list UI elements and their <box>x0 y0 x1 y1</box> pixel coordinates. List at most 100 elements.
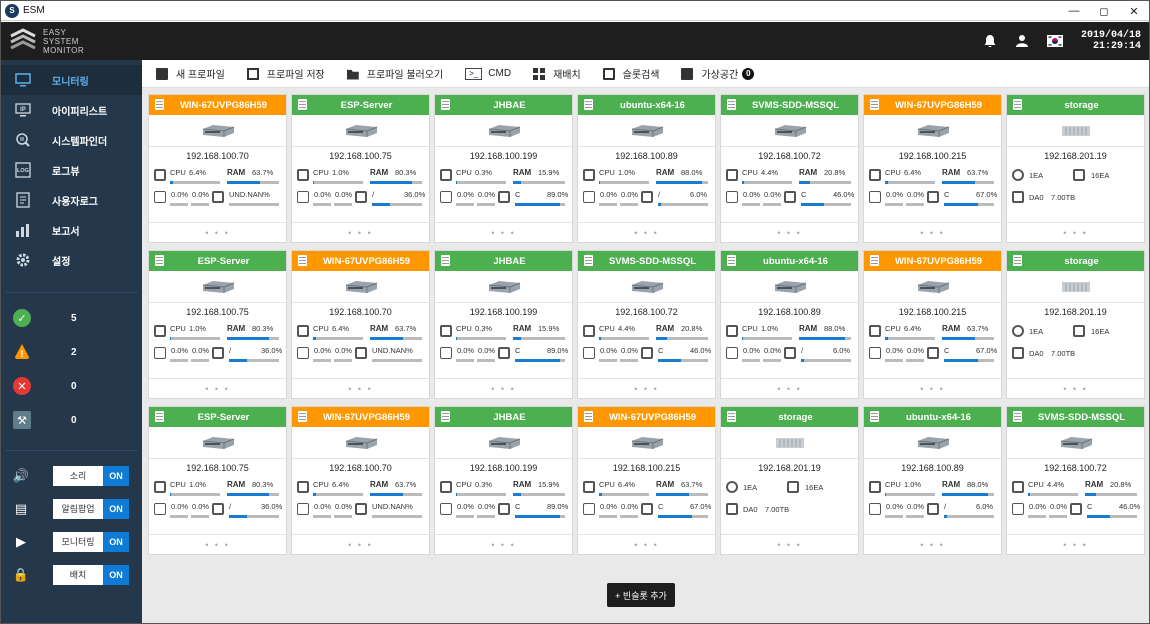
more-button[interactable]: • • • <box>578 534 715 554</box>
more-button[interactable]: • • • <box>1007 222 1144 242</box>
save-profile-button[interactable]: 프로파일 저장 <box>246 66 325 81</box>
status-error-count[interactable]: ✕ 0 <box>1 369 142 403</box>
more-button[interactable]: • • • <box>292 534 429 554</box>
server-card[interactable]: WIN-67UVPG86H59 192.168.100.215 CPU 6.4% RAM… <box>863 250 1002 399</box>
more-button[interactable]: • • • <box>149 378 286 398</box>
more-button[interactable]: • • • <box>721 378 858 398</box>
server-card[interactable]: ubuntu-x64-16 192.168.100.89 CPU 1.0% RAM 88.… <box>720 250 859 399</box>
monitoring-toggle[interactable]: 모니터링 ON <box>53 531 129 552</box>
server-card[interactable]: ubuntu-x64-16 192.168.100.89 CPU 1.0% RAM 88.… <box>577 94 716 243</box>
cpu-ram-row: CPU 6.4% RAM 63.7% <box>292 321 429 343</box>
cpu-value: 0.3% <box>475 480 493 489</box>
status-warning-count[interactable]: ! 2 <box>1 335 142 369</box>
more-button[interactable]: • • • <box>292 378 429 398</box>
cmd-button[interactable]: >_ CMD <box>465 67 511 80</box>
server-card[interactable]: SVMS-SDD-MSSQL 192.168.100.72 CPU 4.4% RAM 20… <box>1006 406 1145 555</box>
card-header[interactable]: WIN-67UVPG86H59 <box>578 407 715 427</box>
add-empty-slot-button[interactable]: + 빈슬롯 추가 <box>607 583 675 607</box>
more-button[interactable]: • • • <box>864 378 1001 398</box>
card-header[interactable]: SVMS-SDD-MSSQL <box>721 95 858 115</box>
flag-icon[interactable] <box>1046 35 1063 47</box>
popup-toggle[interactable]: 알림팝업 ON <box>53 498 129 519</box>
slot-search-button[interactable]: 슬롯검색 <box>602 66 659 81</box>
rearrange-button[interactable]: 재배치 <box>533 66 581 81</box>
cmd-icon: >_ <box>465 67 483 80</box>
card-header[interactable]: ESP-Server <box>292 95 429 115</box>
minimize-button[interactable]: — <box>1059 1 1089 21</box>
more-button[interactable]: • • • <box>149 534 286 554</box>
server-card[interactable]: WIN-67UVPG86H59 192.168.100.215 CPU 6.4% RAM… <box>863 94 1002 243</box>
card-header[interactable]: storage <box>1007 95 1144 115</box>
more-button[interactable]: • • • <box>864 222 1001 242</box>
card-header[interactable]: ubuntu-x64-16 <box>578 95 715 115</box>
server-card[interactable]: SVMS-SDD-MSSQL 192.168.100.72 CPU 4.4% RAM 20… <box>720 94 859 243</box>
card-header[interactable]: WIN-67UVPG86H59 <box>864 95 1001 115</box>
card-header[interactable]: WIN-67UVPG86H59 <box>292 251 429 271</box>
user-icon[interactable] <box>1015 34 1029 48</box>
usage-bar <box>942 181 994 184</box>
more-button[interactable]: • • • <box>578 378 715 398</box>
layout-lock-toggle[interactable]: 배치 ON <box>53 564 129 585</box>
card-header[interactable]: ubuntu-x64-16 <box>721 251 858 271</box>
more-button[interactable]: • • • <box>435 222 572 242</box>
server-card[interactable]: storage 192.168.201.19 1EA 16EA DA0 7.00TB • •… <box>1006 250 1145 399</box>
card-header[interactable]: WIN-67UVPG86H59 <box>864 251 1001 271</box>
card-header[interactable]: SVMS-SDD-MSSQL <box>1007 407 1144 427</box>
new-profile-button[interactable]: 새 프로파일 <box>156 66 225 81</box>
more-button[interactable]: • • • <box>149 222 286 242</box>
server-card[interactable]: storage 192.168.201.19 1EA 16EA DA0 7.00TB • •… <box>720 406 859 555</box>
server-card[interactable]: WIN-67UVPG86H59 192.168.100.70 CPU 6.4% RAM 6… <box>148 94 287 243</box>
server-card[interactable]: ESP-Server 192.168.100.75 CPU 1.0% RAM 80.3% 0… <box>148 250 287 399</box>
status-maintenance-count[interactable]: ⚒ 0 <box>1 403 142 437</box>
card-header[interactable]: ubuntu-x64-16 <box>864 407 1001 427</box>
more-button[interactable]: • • • <box>721 534 858 554</box>
card-header[interactable]: storage <box>721 407 858 427</box>
virtual-space-button[interactable]: 가상공간 0 <box>681 66 755 81</box>
sidebar-item-monitoring[interactable]: 모니터링 <box>1 65 142 95</box>
server-card[interactable]: JHBAE 192.168.100.199 CPU 0.3% RAM 15.9% 0.0% 0… <box>434 250 573 399</box>
sidebar-item-settings[interactable]: 설정 <box>1 245 142 275</box>
card-header[interactable]: ESP-Server <box>149 407 286 427</box>
disk-label: UND.NAN% <box>372 346 413 355</box>
sidebar-item-log-view[interactable]: LOG 로그뷰 <box>1 155 142 185</box>
more-button[interactable]: • • • <box>1007 378 1144 398</box>
card-header[interactable]: JHBAE <box>435 95 572 115</box>
sidebar-item-user-log[interactable]: 사용자로그 <box>1 185 142 215</box>
usage-bar <box>944 515 994 518</box>
card-header[interactable]: JHBAE <box>435 251 572 271</box>
sidebar-item-ip-list[interactable]: IP 아이피리스트 <box>1 95 142 125</box>
more-button[interactable]: • • • <box>292 222 429 242</box>
server-card[interactable]: JHBAE 192.168.100.199 CPU 0.3% RAM 15.9% 0.0% 0… <box>434 406 573 555</box>
server-card[interactable]: JHBAE 192.168.100.199 CPU 0.3% RAM 15.9% 0.0% 0… <box>434 94 573 243</box>
more-button[interactable]: • • • <box>721 222 858 242</box>
more-button[interactable]: • • • <box>435 378 572 398</box>
card-header[interactable]: WIN-67UVPG86H59 <box>149 95 286 115</box>
server-card[interactable]: WIN-67UVPG86H59 192.168.100.70 CPU 6.4% RAM 6… <box>291 406 430 555</box>
server-card[interactable]: ESP-Server 192.168.100.75 CPU 1.0% RAM 80.3% 0… <box>291 94 430 243</box>
status-ok-count[interactable]: ✓ 5 <box>1 301 142 335</box>
card-header[interactable]: WIN-67UVPG86H59 <box>292 407 429 427</box>
server-card[interactable]: WIN-67UVPG86H59 192.168.100.70 CPU 6.4% RAM 6… <box>291 250 430 399</box>
maximize-button[interactable]: ◻ <box>1089 1 1119 21</box>
card-header[interactable]: JHBAE <box>435 407 572 427</box>
server-card[interactable]: SVMS-SDD-MSSQL 192.168.100.72 CPU 4.4% RAM 20… <box>577 250 716 399</box>
card-header[interactable]: SVMS-SDD-MSSQL <box>578 251 715 271</box>
server-card[interactable]: WIN-67UVPG86H59 192.168.100.215 CPU 6.4% RAM… <box>577 406 716 555</box>
usage-bar <box>456 181 506 184</box>
more-button[interactable]: • • • <box>1007 534 1144 554</box>
more-button[interactable]: • • • <box>578 222 715 242</box>
net-in-value: 0.0% <box>457 502 475 511</box>
sidebar-item-report[interactable]: 보고서 <box>1 215 142 245</box>
more-button[interactable]: • • • <box>864 534 1001 554</box>
close-button[interactable]: ✕ <box>1119 1 1149 21</box>
server-card[interactable]: storage 192.168.201.19 1EA 16EA DA0 7.00TB • •… <box>1006 94 1145 243</box>
sidebar-item-system-finder[interactable]: 시스템파인더 <box>1 125 142 155</box>
server-card[interactable]: ubuntu-x64-16 192.168.100.89 CPU 1.0% RAM 88.… <box>863 406 1002 555</box>
card-header[interactable]: storage <box>1007 251 1144 271</box>
load-profile-button[interactable]: 프로파일 불러오기 <box>346 66 443 81</box>
bell-icon[interactable] <box>983 34 997 48</box>
sound-toggle[interactable]: 소리 ON <box>53 465 129 486</box>
card-header[interactable]: ESP-Server <box>149 251 286 271</box>
server-card[interactable]: ESP-Server 192.168.100.75 CPU 1.0% RAM 80.3% 0… <box>148 406 287 555</box>
more-button[interactable]: • • • <box>435 534 572 554</box>
